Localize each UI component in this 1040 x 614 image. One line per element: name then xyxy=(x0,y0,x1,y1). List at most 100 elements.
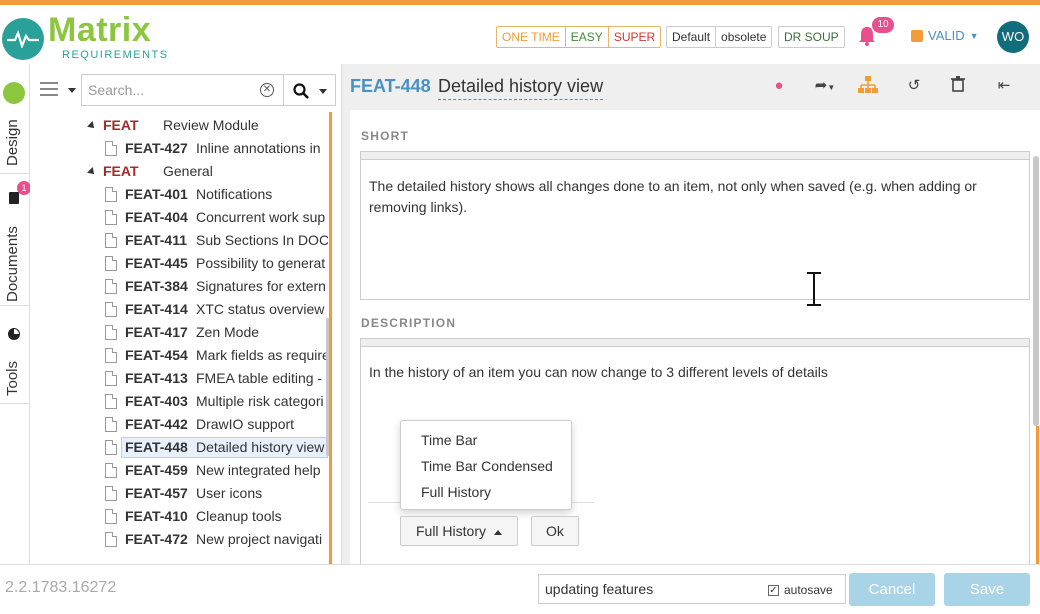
history-option-time-bar-condensed[interactable]: Time Bar Condensed xyxy=(421,458,553,474)
item-document-icon xyxy=(105,532,117,547)
tree-item-row[interactable]: FEAT-417 Zen Mode xyxy=(30,321,328,344)
tree-item-row[interactable]: FEAT-403 Multiple risk categori xyxy=(30,390,328,413)
tree-item-row[interactable]: FEAT-445 Possibility to generat xyxy=(30,252,328,275)
watch-bell-icon[interactable]: ● xyxy=(769,76,789,96)
history-level-select[interactable]: Full History xyxy=(400,516,518,546)
item-document-icon xyxy=(105,187,117,202)
chevron-down-icon[interactable] xyxy=(68,88,76,93)
label-obsolete[interactable]: obsolete xyxy=(716,27,771,47)
content-scrollbar[interactable] xyxy=(1033,156,1039,426)
item-id: FEAT-448 xyxy=(350,76,431,96)
document-icon xyxy=(9,192,19,204)
tree-folder-row[interactable]: FEAT General xyxy=(30,160,328,183)
item-ref-title: FMEA table editing - xyxy=(196,370,323,386)
tree-item-row[interactable]: FEAT-414 XTC status overview xyxy=(30,298,328,321)
history-option-full-history[interactable]: Full History xyxy=(421,484,491,500)
caret-up-icon xyxy=(494,529,502,535)
tree-item-row[interactable]: FEAT-454 Mark fields as require xyxy=(30,344,328,367)
search-button[interactable] xyxy=(284,74,336,106)
item-ref-id: FEAT-417 xyxy=(125,324,188,340)
item-ref-title: Signatures for extern xyxy=(196,278,326,294)
tree-item-row[interactable]: FEAT-459 New integrated help xyxy=(30,459,328,482)
short-text: The detailed history shows all changes d… xyxy=(369,178,977,215)
ok-button[interactable]: Ok xyxy=(531,516,579,546)
tree-folder-row[interactable]: FEAT Review Module xyxy=(30,114,328,137)
item-document-icon xyxy=(105,486,117,501)
short-section-label: SHORT xyxy=(361,129,409,143)
tree-item-row[interactable]: FEAT-411 Sub Sections In DOC xyxy=(30,229,328,252)
tree-menu-icon[interactable] xyxy=(40,82,58,96)
history-option-time-bar[interactable]: Time Bar xyxy=(421,432,477,448)
close-panel-icon[interactable]: ⇤ xyxy=(994,76,1014,96)
item-ref-id: FEAT-411 xyxy=(125,232,187,248)
tree-item-row[interactable]: FEAT-448 Detailed history view xyxy=(30,436,328,459)
label-easy[interactable]: EASY xyxy=(566,27,609,47)
matrix-logo[interactable]: Matrix REQUIREMENTS xyxy=(2,11,172,63)
tree-item-row[interactable]: FEAT-427 Inline annotations in xyxy=(30,137,328,160)
short-field[interactable]: The detailed history shows all changes d… xyxy=(360,151,1030,306)
item-header: FEAT-448 Detailed history view ● ➦▼ ↺ ⇤ xyxy=(342,64,1040,110)
item-ref-id: FEAT-454 xyxy=(125,347,188,363)
cancel-button[interactable]: Cancel xyxy=(849,573,935,606)
tab-design-label: Design xyxy=(4,119,21,166)
item-ref-id: FEAT-414 xyxy=(125,301,188,317)
item-document-icon xyxy=(105,371,117,386)
tree-item-row[interactable]: FEAT-384 Signatures for extern xyxy=(30,275,328,298)
history-icon[interactable]: ↺ xyxy=(904,76,924,96)
content-modified-rail xyxy=(1036,426,1039,564)
user-avatar[interactable]: WO xyxy=(997,21,1029,53)
item-document-icon xyxy=(105,233,117,248)
save-button[interactable]: Save xyxy=(944,573,1030,606)
tab-documents[interactable]: Documents xyxy=(0,174,30,306)
left-vertical-tabs: Design 1 Documents Tools ? xyxy=(0,64,31,614)
checkbox-checked-icon[interactable]: ✓ xyxy=(768,584,779,596)
tree-item-row[interactable]: FEAT-401 Notifications xyxy=(30,183,328,206)
label-one-time[interactable]: ONE TIME xyxy=(497,27,566,47)
item-ref-title: New integrated help xyxy=(196,462,321,478)
item-ref-title: Possibility to generat xyxy=(196,255,326,271)
tab-design[interactable]: Design xyxy=(0,78,30,174)
item-ref-id: FEAT-457 xyxy=(125,485,188,501)
tree-search-input[interactable] xyxy=(81,74,284,106)
label-group-3: DR SOUP xyxy=(778,26,845,48)
tree-modified-rail xyxy=(329,112,332,564)
label-dr-soup[interactable]: DR SOUP xyxy=(779,27,844,47)
pie-chart-icon xyxy=(8,328,20,340)
item-ref-id: FEAT-384 xyxy=(125,278,188,294)
item-panel: FEAT-448 Detailed history view ● ➦▼ ↺ ⇤ … xyxy=(341,64,1040,564)
clear-search-icon[interactable]: ✕ xyxy=(260,83,274,97)
item-ref-title: XTC status overview xyxy=(196,301,325,317)
autosave-toggle[interactable]: ✓ autosave xyxy=(768,583,833,597)
item-document-icon xyxy=(105,279,117,294)
history-level-menu: Time Bar Time Bar Condensed Full History xyxy=(400,420,572,510)
tab-tools-label: Tools xyxy=(4,360,21,396)
label-super[interactable]: SUPER xyxy=(609,27,660,47)
item-document-icon xyxy=(105,440,117,455)
top-header: Matrix REQUIREMENTS ONE TIME EASY SUPER … xyxy=(0,0,1040,64)
version-label: 2.2.1783.16272 xyxy=(5,579,117,596)
tree-item-row[interactable]: FEAT-410 Cleanup tools xyxy=(30,505,328,528)
tree-item-row[interactable]: FEAT-472 New project navigati xyxy=(30,528,328,551)
status-dropdown[interactable]: VALID ▼ xyxy=(911,28,979,43)
tree-item-row[interactable]: FEAT-442 DrawIO support xyxy=(30,413,328,436)
item-ref-title: Sub Sections In DOC xyxy=(196,232,328,248)
item-ref-title: User icons xyxy=(196,485,263,501)
item-title[interactable]: Detailed history view xyxy=(438,76,604,100)
item-ref-title: Multiple risk categori xyxy=(196,393,324,409)
share-arrow-icon[interactable]: ➦▼ xyxy=(810,76,840,96)
tree-item-row[interactable]: FEAT-413 FMEA table editing - xyxy=(30,367,328,390)
tab-tools[interactable]: Tools xyxy=(0,306,30,404)
expand-triangle-icon[interactable] xyxy=(87,121,97,131)
tree-item-row[interactable]: FEAT-404 Concurrent work sup xyxy=(30,206,328,229)
field-toolbar-strip xyxy=(361,152,1029,160)
label-default[interactable]: Default xyxy=(667,27,717,47)
trash-icon[interactable] xyxy=(948,76,968,96)
item-document-icon xyxy=(105,509,117,524)
item-ref-id: FEAT-442 xyxy=(125,416,188,432)
expand-triangle-icon[interactable] xyxy=(87,167,97,177)
tree-item-row[interactable]: FEAT-457 User icons xyxy=(30,482,328,505)
tree-toolbar: ✕ xyxy=(30,74,336,106)
item-document-icon xyxy=(105,302,117,317)
hierarchy-icon[interactable] xyxy=(858,76,878,96)
tab-documents-label: Documents xyxy=(4,226,21,302)
